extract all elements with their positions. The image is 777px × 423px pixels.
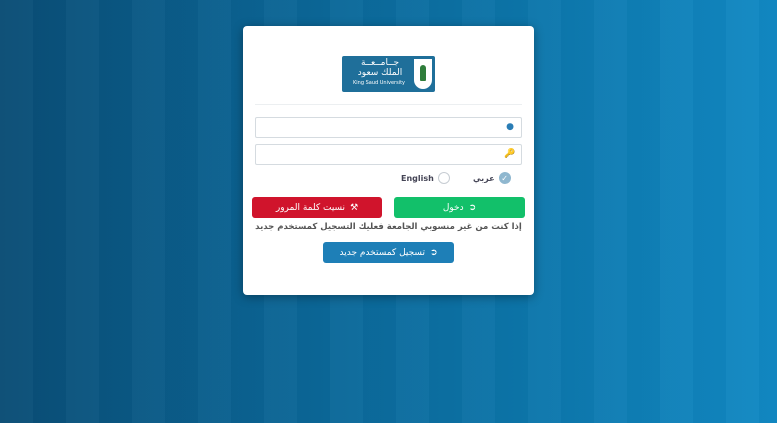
key-icon: 🔑 xyxy=(504,149,516,159)
forgot-password-button[interactable]: ⚒ نسيت كلمة المرور xyxy=(252,197,382,218)
sign-in-icon: ➲ xyxy=(468,202,477,213)
forgot-password-label: نسيت كلمة المرور xyxy=(275,202,346,213)
login-label: دخول xyxy=(442,202,464,213)
password-field[interactable]: 🔑 xyxy=(255,144,522,167)
login-button[interactable]: ➲ دخول xyxy=(394,197,525,218)
logo-arabic-name: جــامــعــة الملك سعود xyxy=(357,58,403,78)
password-input[interactable] xyxy=(260,148,504,167)
lang-english-label: English xyxy=(401,173,434,183)
divider xyxy=(255,104,522,105)
check-icon[interactable]: ✓ xyxy=(498,172,511,184)
register-button[interactable]: ➲ تسجيل كمستخدم جديد xyxy=(323,242,454,263)
wrench-icon: ⚒ xyxy=(350,202,359,213)
palm-swords-emblem-icon xyxy=(414,59,432,89)
sign-in-icon: ➲ xyxy=(429,247,438,258)
user-icon: ● xyxy=(506,122,514,132)
register-note: إذا كنت من غير منسوبي الجامعة فعليك التس… xyxy=(255,222,522,232)
login-card: جــامــعــة الملك سعود King Saud Univers… xyxy=(243,26,534,295)
university-logo: جــامــعــة الملك سعود King Saud Univers… xyxy=(342,56,435,92)
username-field[interactable]: ● xyxy=(255,117,522,140)
logo-english-name: King Saud University xyxy=(353,80,405,86)
lang-arabic-label: عربي xyxy=(473,173,495,183)
username-input[interactable] xyxy=(260,121,504,140)
radio-unchecked-icon[interactable] xyxy=(437,172,450,184)
lang-option-english[interactable]: English xyxy=(401,171,450,185)
register-label: تسجيل كمستخدم جديد xyxy=(339,247,425,258)
lang-option-arabic[interactable]: عربي ✓ xyxy=(473,171,511,185)
